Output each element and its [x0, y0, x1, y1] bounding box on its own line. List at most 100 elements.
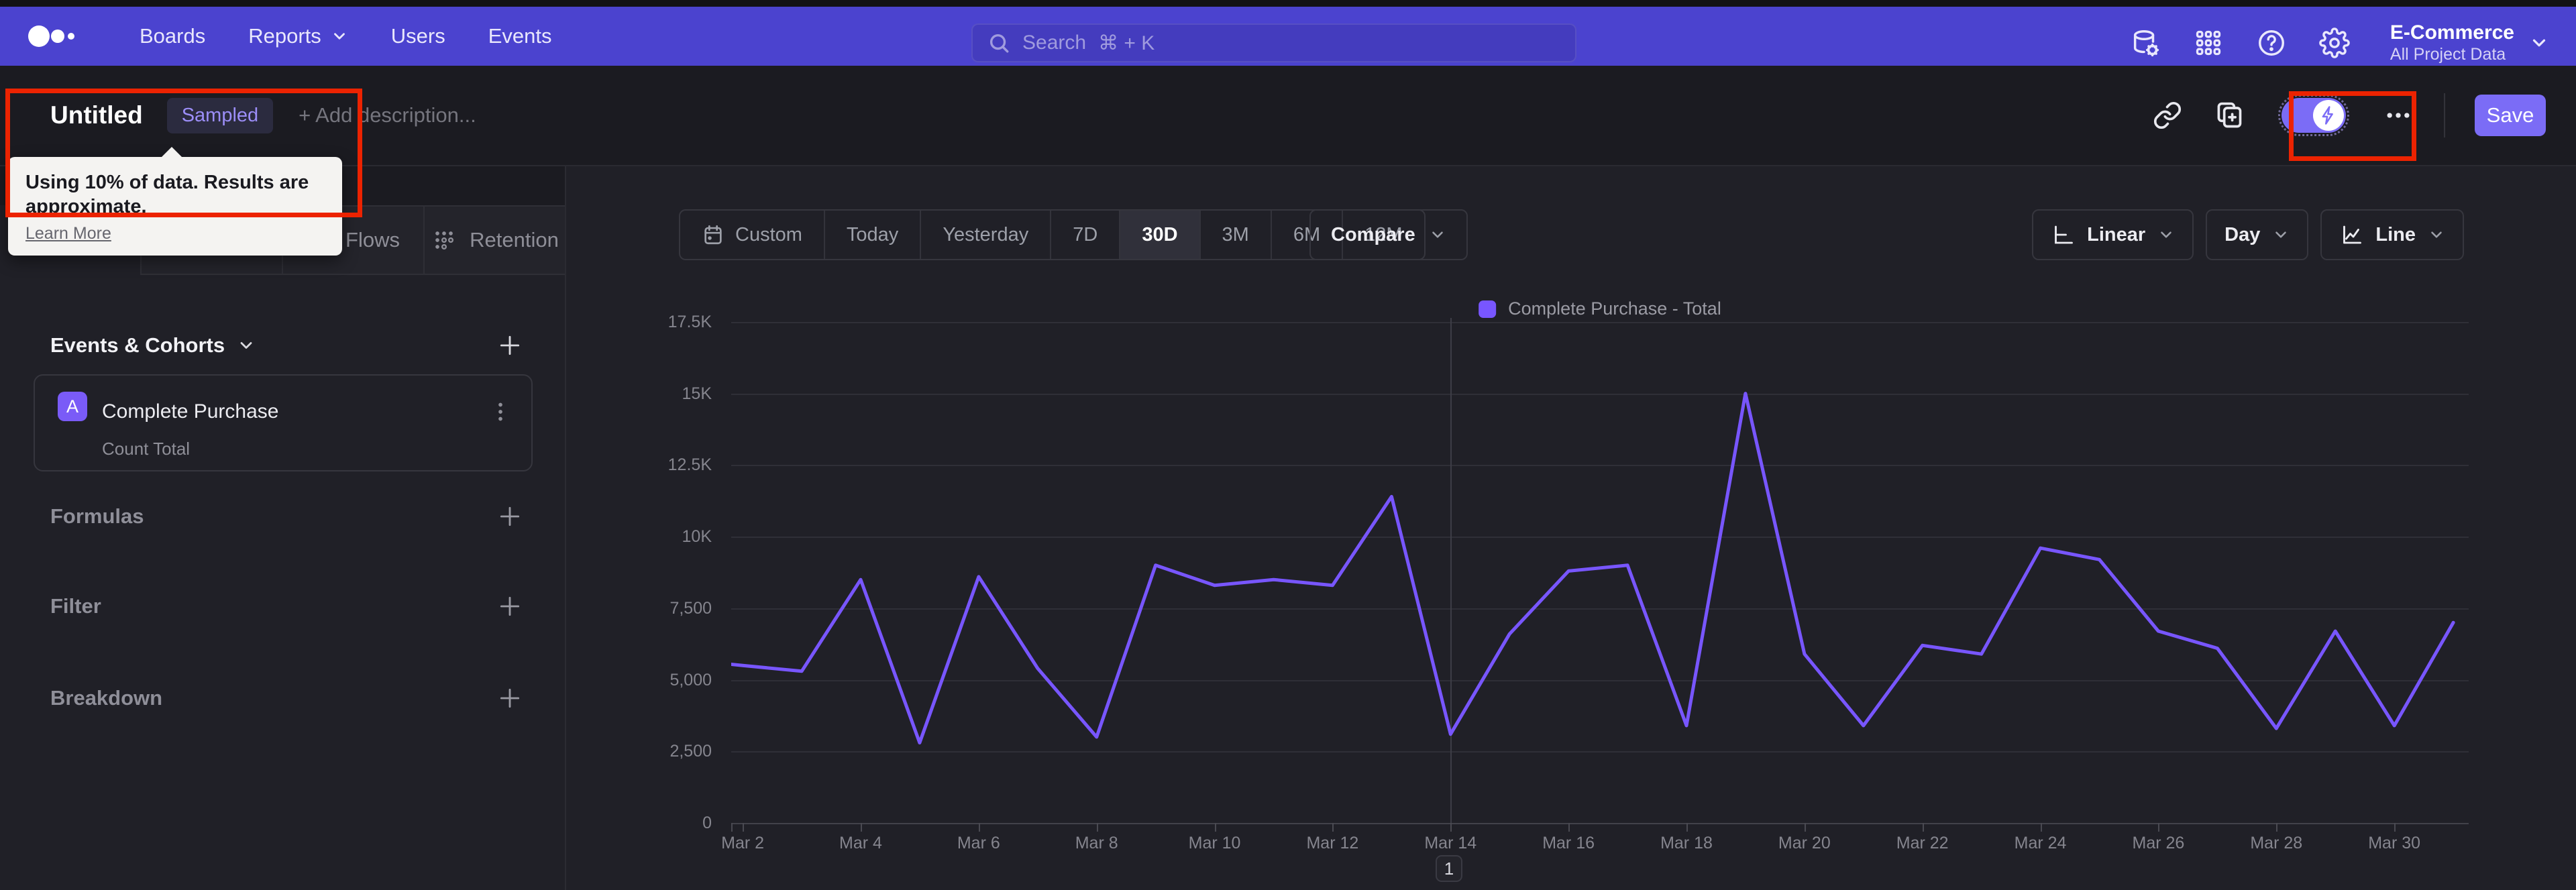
add-breakdown-button[interactable] — [495, 683, 525, 713]
chevron-down-icon — [2275, 231, 2287, 238]
range-today[interactable]: Today — [825, 211, 922, 259]
x-axis-tick — [731, 823, 733, 832]
x-axis-tick — [860, 823, 862, 832]
x-axis-label: Mar 24 — [2014, 834, 2067, 852]
project-scope: All Project Data — [2390, 45, 2506, 64]
chart-type-dropdown[interactable]: Line — [2320, 209, 2464, 260]
x-axis-label: Mar 4 — [839, 834, 882, 852]
y-axis-label: 2,500 — [669, 742, 712, 761]
y-axis-labels: 17.5K 15K 12.5K 10K 7,500 5,000 2,500 0 — [566, 313, 721, 832]
y-axis-label: 0 — [702, 814, 712, 832]
plus-icon — [500, 688, 520, 708]
formulas-section-label: Formulas — [50, 504, 144, 528]
compare-button[interactable]: Compare — [1309, 209, 1468, 260]
nav-users[interactable]: Users — [370, 7, 467, 66]
range-custom[interactable]: Custom — [680, 211, 825, 259]
nav-reports[interactable]: Reports — [227, 7, 370, 66]
x-axis-tick — [1332, 823, 1334, 832]
x-axis-tick — [1686, 823, 1688, 832]
event-name: Complete Purchase — [102, 400, 279, 423]
retention-icon — [435, 231, 454, 249]
line-chart-svg — [731, 392, 2455, 744]
granularity-dropdown[interactable]: Day — [2206, 209, 2309, 260]
x-axis-label: Mar 22 — [1896, 834, 1949, 852]
pagination-page-1[interactable]: 1 — [1436, 855, 1462, 882]
legend-label: Complete Purchase - Total — [1508, 298, 1721, 319]
apps-grid-icon[interactable] — [2193, 27, 2224, 58]
window-top-strip — [0, 0, 2576, 7]
x-axis-tick — [1922, 823, 1924, 832]
tab-retention[interactable]: Retention — [423, 205, 565, 274]
sampled-badge[interactable]: Sampled — [166, 97, 274, 133]
x-axis-tick — [2158, 823, 2160, 832]
project-switcher[interactable]: E-Commerce All Project Data — [2390, 21, 2549, 64]
range-3m[interactable]: 3M — [1201, 211, 1272, 259]
x-axis-label: Mar 2 — [721, 834, 765, 852]
range-30d[interactable]: 30D — [1120, 211, 1201, 259]
events-cohorts-header[interactable]: Events & Cohorts — [50, 333, 256, 357]
project-name: E-Commerce — [2390, 21, 2514, 44]
help-icon[interactable] — [2256, 27, 2287, 58]
add-filter-button[interactable] — [495, 592, 525, 621]
lightning-icon — [2322, 106, 2333, 125]
sampling-speed-toggle[interactable] — [2278, 95, 2349, 136]
ellipsis-menu-icon[interactable] — [2382, 99, 2414, 131]
x-axis-label: Mar 8 — [1075, 834, 1118, 852]
event-letter-badge: A — [58, 392, 87, 421]
chart-panel: Custom Today Yesterday 7D 30D 3M 6M 12M … — [566, 166, 2576, 890]
search-input[interactable]: Search ⌘ + K — [971, 23, 1576, 62]
top-nav: Boards Reports Users Events Search ⌘ + K — [0, 7, 2576, 66]
copy-to-board-icon[interactable] — [2213, 99, 2245, 131]
legend-swatch — [1479, 300, 1497, 318]
add-event-button[interactable] — [495, 331, 525, 360]
scale-dropdown[interactable]: Linear — [2032, 209, 2194, 260]
header-divider — [2444, 93, 2445, 137]
settings-gear-icon[interactable] — [2319, 27, 2350, 58]
legend-item[interactable]: Complete Purchase - Total — [1479, 298, 1721, 319]
x-axis-label: Mar 20 — [1778, 834, 1831, 852]
search-shortcut: ⌘ + K — [1098, 32, 1155, 54]
x-axis-tick — [1096, 823, 1098, 832]
plus-icon — [500, 506, 520, 526]
plus-icon — [500, 596, 520, 616]
app-root: Boards Reports Users Events Search ⌘ + K — [0, 0, 2576, 890]
chevron-down-icon — [2431, 231, 2442, 238]
x-axis-label: Mar 12 — [1306, 834, 1359, 852]
range-yesterday[interactable]: Yesterday — [921, 211, 1052, 259]
plus-icon — [500, 335, 520, 355]
y-axis-label: 5,000 — [669, 671, 712, 689]
x-axis-label: Mar 26 — [2132, 834, 2185, 852]
x-axis-tick — [978, 823, 980, 832]
x-axis-label: Mar 28 — [2250, 834, 2303, 852]
y-axis-label: 12.5K — [667, 455, 712, 474]
mixpanel-logo-icon[interactable] — [27, 23, 78, 50]
x-axis-tick — [2040, 823, 2042, 832]
x-axis-tick — [1804, 823, 1806, 832]
data-management-icon[interactable] — [2130, 27, 2161, 58]
report-title[interactable]: Untitled — [50, 101, 143, 129]
chevron-down-icon — [2532, 39, 2546, 47]
nav-events[interactable]: Events — [467, 7, 574, 66]
x-axis-tick — [1568, 823, 1570, 832]
event-options-icon[interactable] — [488, 400, 513, 424]
copy-link-icon[interactable] — [2151, 99, 2184, 131]
linear-scale-icon — [2055, 225, 2074, 244]
x-axis-tick — [743, 823, 745, 832]
y-axis-label: 7,500 — [669, 599, 712, 618]
x-axis-tick — [1450, 823, 1452, 832]
event-metric[interactable]: Count Total — [102, 439, 471, 470]
nav-boards[interactable]: Boards — [118, 7, 227, 66]
event-row-complete-purchase[interactable]: A Complete Purchase Count Total — [34, 374, 533, 471]
line-chart-icon — [2343, 225, 2362, 244]
plot-area[interactable]: Mar 2 Mar 4 Mar 6 Mar 8 Mar 10 Mar 12 Mar 14 Ma… — [721, 318, 2469, 852]
x-axis-label: Mar 14 — [1424, 834, 1477, 852]
learn-more-link[interactable]: Learn More — [25, 224, 111, 243]
range-7d[interactable]: 7D — [1051, 211, 1121, 259]
x-axis-tick — [2276, 823, 2278, 832]
add-description-field[interactable]: + Add description... — [299, 103, 476, 127]
add-formula-button[interactable] — [495, 502, 525, 531]
x-axis-label: Mar 6 — [957, 834, 1000, 852]
x-axis-label: Mar 16 — [1542, 834, 1595, 852]
x-axis-tick — [1214, 823, 1216, 832]
save-button[interactable]: Save — [2475, 95, 2546, 136]
